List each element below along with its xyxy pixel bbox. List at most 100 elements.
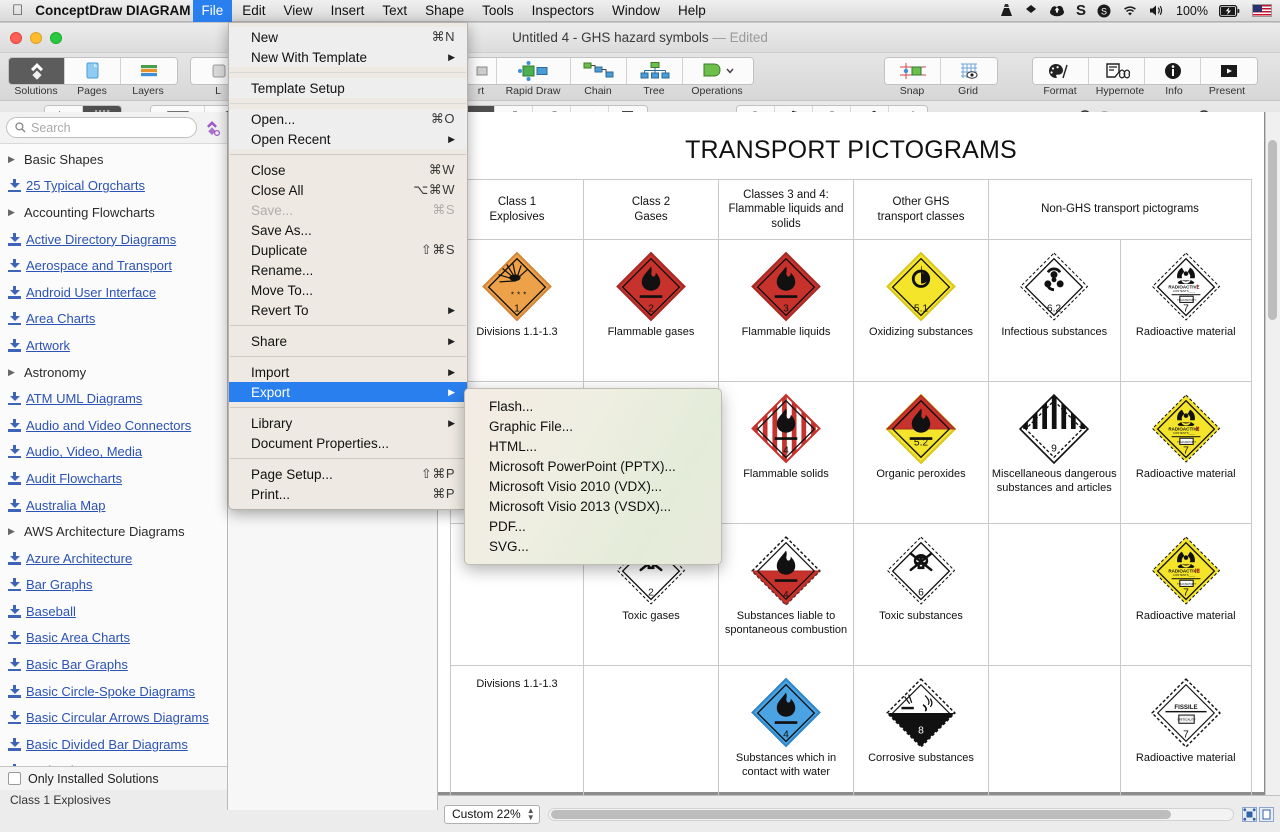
minimize-window-button[interactable] [30, 32, 42, 44]
stepper-icon[interactable]: ▲ ▼ [527, 807, 535, 822]
pictogram-shape[interactable]: 8 [854, 676, 988, 750]
canvas-vscroll-thumb[interactable] [1268, 140, 1277, 320]
pictogram-cell[interactable]: 5.2 Organic peroxides [853, 381, 989, 525]
pictogram-shape[interactable]: 4 [719, 534, 853, 608]
toolbar-present-button[interactable] [1201, 57, 1257, 84]
download-icon[interactable] [8, 737, 21, 751]
file-menu-item-new-with-template[interactable]: New With Template ▶ [229, 47, 467, 67]
sidebar-item-audit-flowcharts[interactable]: Audit Flowcharts [0, 465, 227, 492]
file-menu-item-close-all[interactable]: Close All ⌥⌘W [229, 180, 467, 200]
file-menu-item-move-to[interactable]: Move To... [229, 280, 467, 300]
download-icon[interactable] [8, 471, 21, 485]
canvas-vertical-scrollbar[interactable] [1265, 112, 1280, 795]
pictogram-cell[interactable] [988, 523, 1121, 667]
toolbar-snap-button[interactable] [885, 57, 941, 84]
download-icon[interactable] [8, 285, 21, 299]
pictogram-shape[interactable]: 4 [719, 392, 853, 466]
toolbar-info-button[interactable] [1145, 57, 1201, 84]
sidebar-item-basic-area-charts[interactable]: Basic Area Charts [0, 625, 227, 652]
toolbar-pages-button[interactable] [65, 57, 121, 84]
only-installed-solutions-row[interactable]: Only Installed Solutions [0, 766, 227, 790]
sidebar-item-astronomy[interactable]: ▶ Astronomy [0, 359, 227, 386]
sidebar-item-aerospace-and-transport[interactable]: Aerospace and Transport [0, 252, 227, 279]
battery-charging-icon[interactable] [1219, 4, 1241, 17]
pictogram-cell[interactable]: 9 Miscellaneous dangerous substances and … [988, 381, 1121, 525]
maximize-window-button[interactable] [50, 32, 62, 44]
sidebar-item-bar-graphs[interactable]: Bar Graphs [0, 572, 227, 599]
export-menu-item-svg[interactable]: SVG... [465, 536, 721, 556]
file-menu-item-import[interactable]: Import ▶ [229, 362, 467, 382]
sidebar-item-basic-histograms[interactable]: Basic Histograms [0, 758, 227, 766]
menu-shape[interactable]: Shape [417, 1, 472, 20]
menu-edit[interactable]: Edit [234, 1, 273, 20]
file-menu-item-library[interactable]: Library ▶ [229, 413, 467, 433]
pictogram-cell[interactable] [583, 665, 719, 809]
pictogram-shape[interactable]: 3 [719, 250, 853, 324]
window-controls[interactable] [10, 32, 62, 44]
pictogram-cell[interactable]: 6.2 Infectious substances [988, 239, 1121, 383]
file-menu-item-save-as[interactable]: Save As... [229, 220, 467, 240]
sidebar-item-area-charts[interactable]: Area Charts [0, 306, 227, 333]
sidebar-item-australia-map[interactable]: Australia Map [0, 492, 227, 519]
export-submenu[interactable]: Flash... Graphic File... HTML... Microsoft … [464, 388, 722, 565]
export-menu-item-flash[interactable]: Flash... [465, 396, 721, 416]
toolbar-chain-button[interactable] [571, 57, 627, 84]
file-menu-dropdown[interactable]: New ⌘N New With Template ▶ Template Setup Ope… [228, 22, 468, 510]
download-icon[interactable] [8, 551, 21, 565]
download-icon[interactable] [8, 445, 21, 459]
pictogram-cell[interactable]: 3 Flammable liquids [718, 239, 854, 383]
file-menu-item-template-setup[interactable]: Template Setup [229, 78, 467, 98]
pictogram-shape[interactable]: 6.2 [989, 250, 1120, 324]
download-icon[interactable] [8, 764, 21, 766]
download-icon[interactable] [8, 604, 21, 618]
pictogram-shape[interactable]: RADIOACTIVE CONTENTS____ II TRANSPORT 7 [1121, 392, 1252, 466]
file-menu-item-document-properties[interactable]: Document Properties... [229, 433, 467, 453]
menu-file[interactable]: File [192, 0, 233, 22]
pictogram-shape[interactable]: 4 [719, 676, 853, 750]
pictogram-cell[interactable]: 6 Toxic substances [853, 523, 989, 667]
zoom-level-select[interactable]: Custom 22% ▲ ▼ [444, 804, 540, 824]
file-menu-item-share[interactable]: Share ▶ [229, 331, 467, 351]
toolbar-tree-button[interactable] [627, 57, 683, 84]
wifi-icon[interactable] [1122, 5, 1138, 17]
sidebar-item-active-directory-diagrams[interactable]: Active Directory Diagrams [0, 226, 227, 253]
solutions-list[interactable]: ▶ Basic Shapes 25 Typical Orgcharts ▶ Accoun… [0, 144, 227, 766]
pictogram-shape[interactable]: RADIOACTIVE CONTENTS____ I TRANSPORT 7 [1121, 250, 1252, 324]
download-icon[interactable] [8, 179, 21, 193]
pictogram-cell[interactable]: * * * 1 Divisions 1.1-1.3 [450, 239, 584, 383]
disclosure-triangle-icon[interactable]: ▶ [8, 207, 19, 218]
sidebar-item-aws-architecture-diagrams[interactable]: ▶ AWS Architecture Diagrams [0, 518, 227, 545]
file-menu-item-export[interactable]: Export ▶ [229, 382, 467, 402]
download-icon[interactable] [8, 338, 21, 352]
toolbar-layers-button[interactable] [121, 57, 177, 84]
sidebar-item-audio-video-media[interactable]: Audio, Video, Media [0, 439, 227, 466]
download-icon[interactable] [8, 259, 21, 273]
toolbar-solutions-button[interactable] [9, 57, 65, 84]
toolbar-format-button[interactable] [1033, 57, 1089, 84]
menu-inspectors[interactable]: Inspectors [524, 1, 602, 20]
pictogram-shape[interactable]: 2 [584, 250, 718, 324]
sidebar-item-atm-uml-diagrams[interactable]: ATM UML Diagrams [0, 385, 227, 412]
pictogram-shape[interactable]: FISSILE CRITICALITY 7 [1121, 676, 1252, 750]
pictogram-shape[interactable]: 5.1 [854, 250, 988, 324]
pictogram-cell[interactable]: FISSILE CRITICALITY 7 Radioactive materia… [1119, 665, 1252, 809]
pictogram-shape[interactable]: 6 [854, 534, 988, 608]
menu-text[interactable]: Text [374, 1, 415, 20]
pictogram-cell[interactable]: Divisions 1.1-1.3 [450, 665, 584, 809]
download-icon[interactable] [8, 232, 21, 246]
sidebar-item-azure-architecture[interactable]: Azure Architecture [0, 545, 227, 572]
disclosure-triangle-icon[interactable]: ▶ [8, 154, 19, 165]
pictogram-cell[interactable]: 4 Substances which in contact with water [718, 665, 854, 809]
download-icon[interactable] [8, 631, 21, 645]
download-icon[interactable] [8, 711, 21, 725]
pictogram-cell[interactable]: 2 Flammable gases [583, 239, 719, 383]
toolbar-insert-button[interactable] [467, 57, 497, 84]
menu-insert[interactable]: Insert [323, 1, 373, 20]
disclosure-triangle-icon[interactable]: ▶ [8, 526, 19, 537]
solutions-park-icon[interactable] [203, 119, 221, 137]
sidebar-item-basic-circular-arrows-diagrams[interactable]: Basic Circular Arrows Diagrams [0, 704, 227, 731]
sidebar-item-basic-bar-graphs[interactable]: Basic Bar Graphs [0, 651, 227, 678]
file-menu-item-open[interactable]: Open... ⌘O [229, 109, 467, 129]
download-icon[interactable] [8, 658, 21, 672]
toolbar-grid-button[interactable] [941, 57, 997, 84]
